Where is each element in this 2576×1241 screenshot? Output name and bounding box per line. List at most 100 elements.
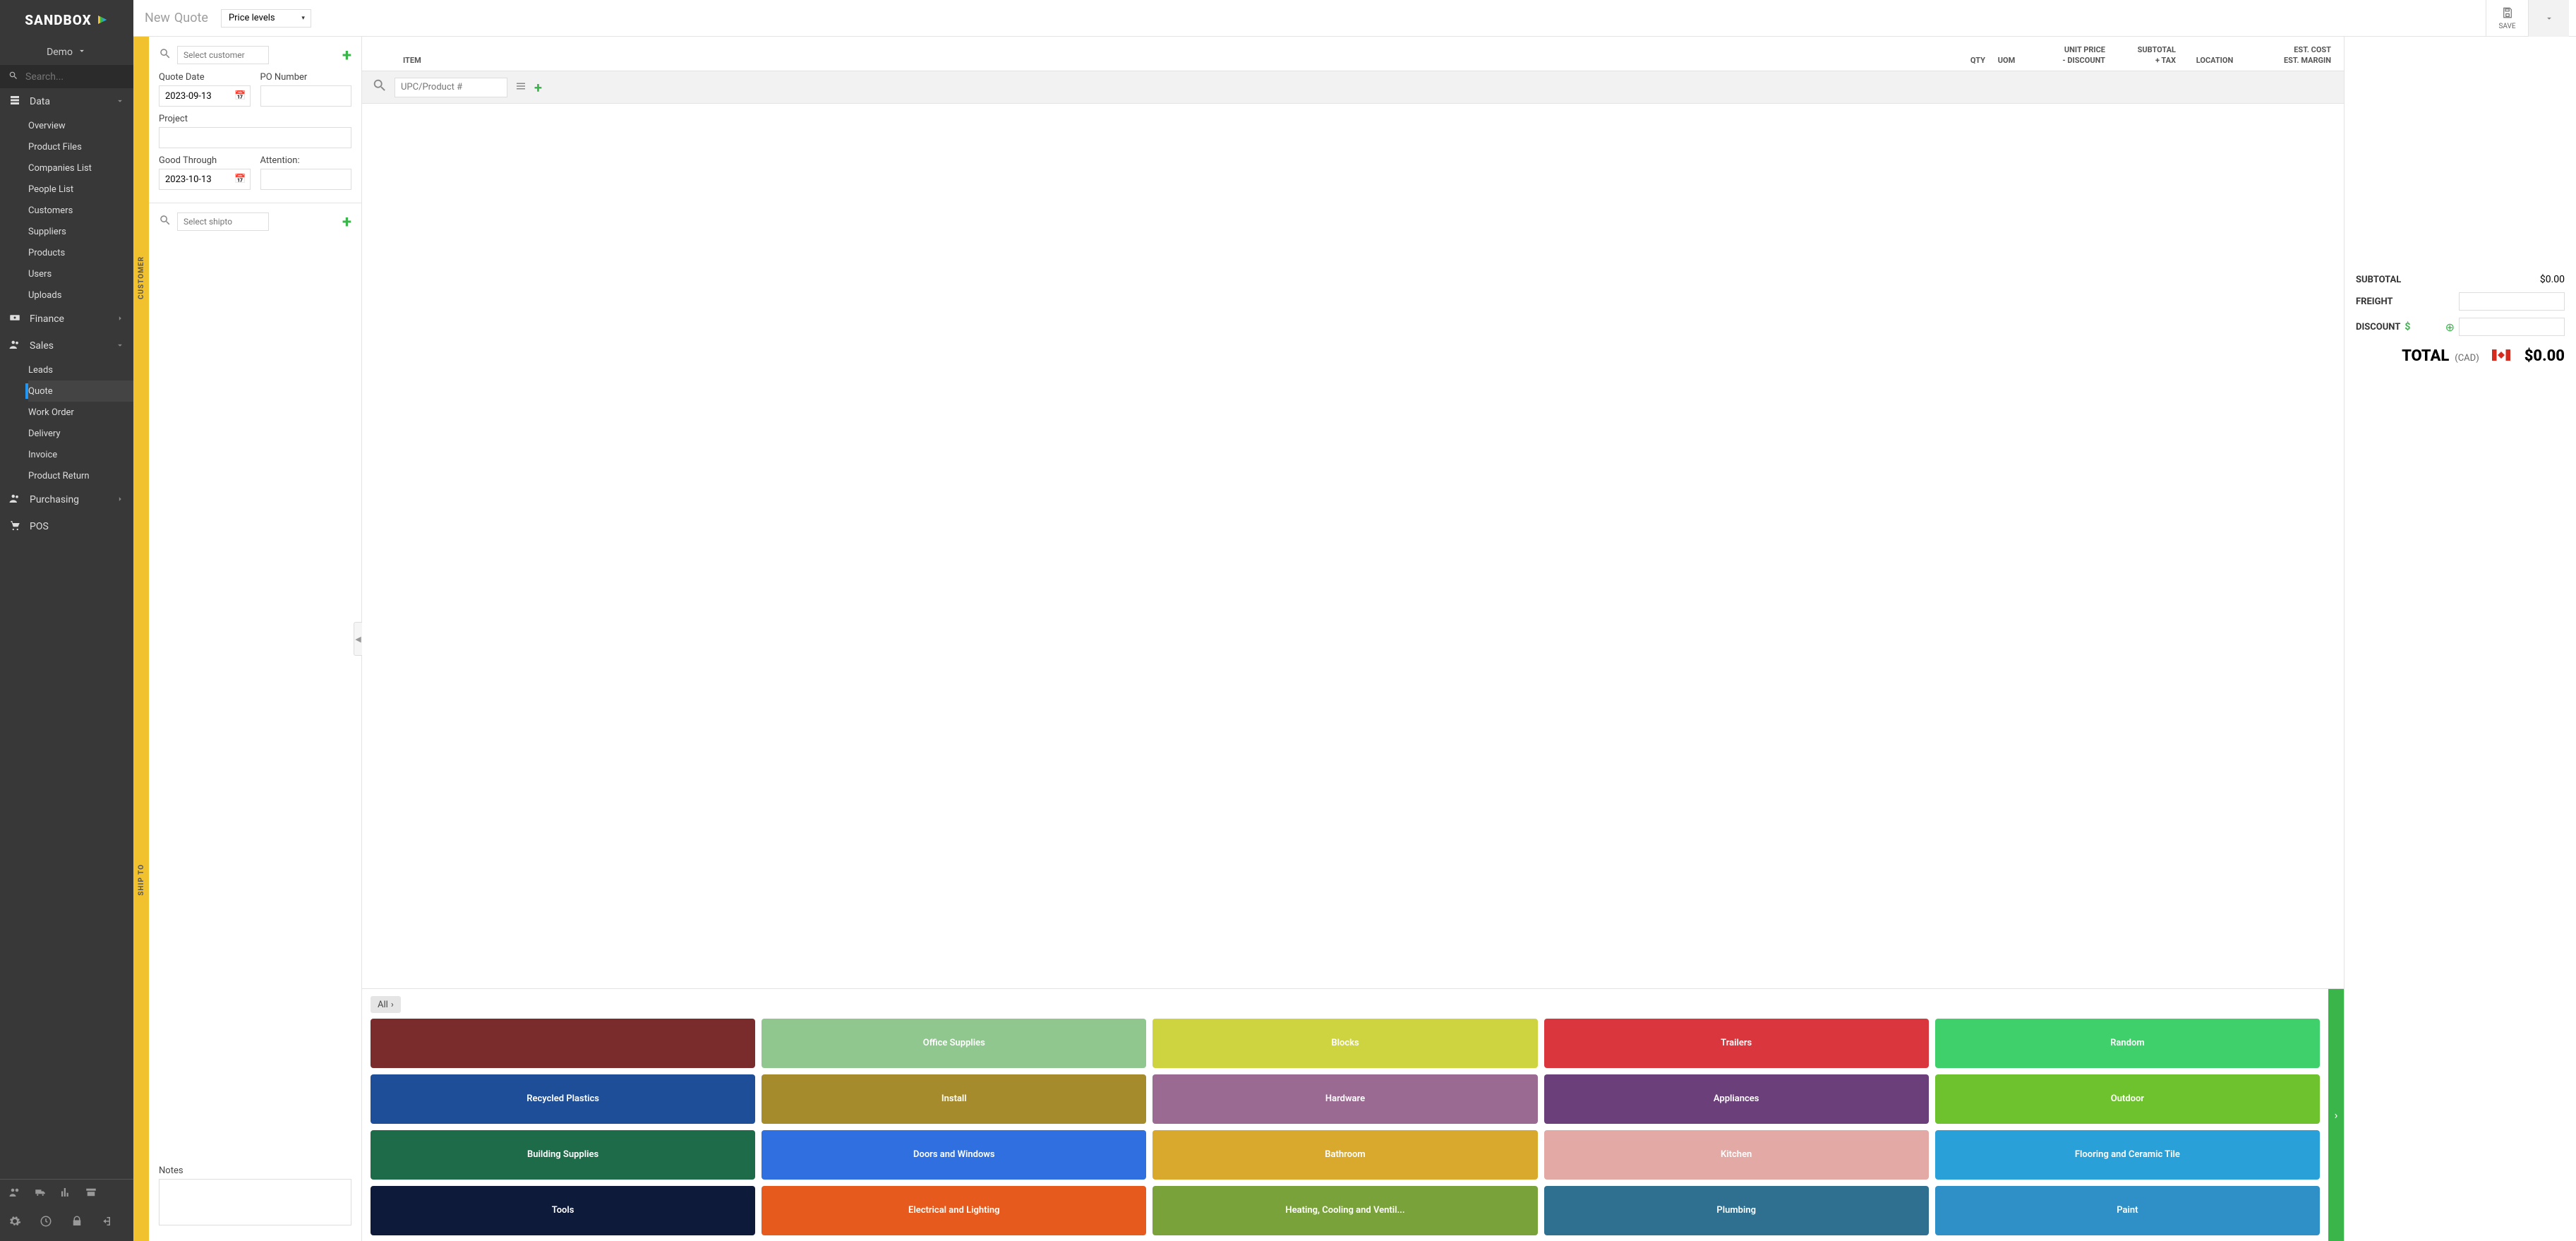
sidebar-item-product-files[interactable]: Product Files xyxy=(28,136,133,157)
footer-system xyxy=(0,1208,133,1241)
database-icon xyxy=(8,94,21,109)
project-input[interactable] xyxy=(159,127,351,148)
nav-sales[interactable]: Sales xyxy=(0,332,133,359)
sidebar-item-quote[interactable]: Quote xyxy=(28,380,133,402)
page-title-new: New xyxy=(145,11,170,25)
nav-purchasing[interactable]: Purchasing xyxy=(0,486,133,513)
add-shipto-button[interactable]: + xyxy=(342,212,351,232)
sidebar-item-product-return[interactable]: Product Return xyxy=(28,465,133,486)
main-nav: Data OverviewProduct FilesCompanies List… xyxy=(0,88,133,1179)
sidebar-item-uploads[interactable]: Uploads xyxy=(28,284,133,306)
logout-icon[interactable] xyxy=(102,1215,114,1231)
list-view-icon[interactable] xyxy=(514,79,527,96)
discount-input[interactable] xyxy=(2459,318,2565,336)
col-subtotal-1: SUBTOTAL xyxy=(2105,45,2176,54)
price-level-value: Price levels xyxy=(229,13,275,23)
items-header: ITEM QTY UOM UNIT PRICE - DISCOUNT SUBTO… xyxy=(362,37,2344,71)
category-tile-install[interactable]: Install xyxy=(762,1074,1146,1124)
customer-select-input[interactable] xyxy=(177,46,269,64)
category-tile-kitchen[interactable]: Kitchen xyxy=(1544,1130,1929,1180)
sidebar-item-work-order[interactable]: Work Order xyxy=(28,402,133,423)
lock-icon[interactable] xyxy=(71,1215,83,1231)
category-tile-random[interactable]: Random xyxy=(1935,1019,2320,1068)
subtotal-value: $0.00 xyxy=(2540,274,2565,285)
category-tile-office-supplies[interactable]: Office Supplies xyxy=(762,1019,1146,1068)
category-tile-building-supplies[interactable]: Building Supplies xyxy=(371,1130,755,1180)
col-est-cost-1: EST. COST xyxy=(2253,45,2331,54)
upc-input[interactable] xyxy=(395,78,507,97)
category-tile-paint[interactable]: Paint xyxy=(1935,1186,2320,1235)
topbar-more-button[interactable] xyxy=(2528,0,2569,37)
nav-finance[interactable]: Finance xyxy=(0,306,133,332)
nav-pos[interactable]: POS xyxy=(0,513,133,540)
sidebar-item-overview[interactable]: Overview xyxy=(28,115,133,136)
shipto-select-input[interactable] xyxy=(177,212,269,231)
add-item-button[interactable]: + xyxy=(534,79,542,96)
category-tile-appliances[interactable]: Appliances xyxy=(1544,1074,1929,1124)
sidebar-item-suppliers[interactable]: Suppliers xyxy=(28,221,133,242)
category-tile-blocks[interactable]: Blocks xyxy=(1152,1019,1537,1068)
category-tile-tools[interactable]: Tools xyxy=(371,1186,755,1235)
global-search[interactable] xyxy=(0,65,133,88)
add-discount-button[interactable]: ⊕ xyxy=(2445,320,2455,334)
sidebar-item-companies-list[interactable]: Companies List xyxy=(28,157,133,179)
col-subtotal-2: + TAX xyxy=(2105,56,2176,65)
subtotal-label: SUBTOTAL xyxy=(2356,275,2401,285)
freight-input[interactable] xyxy=(2459,292,2565,311)
dollar-icon: $ xyxy=(2405,321,2410,332)
category-tile-outdoor[interactable]: Outdoor xyxy=(1935,1074,2320,1124)
sidebar-item-invoice[interactable]: Invoice xyxy=(28,444,133,465)
category-tile-hardware[interactable]: Hardware xyxy=(1152,1074,1537,1124)
sidebar-item-delivery[interactable]: Delivery xyxy=(28,423,133,444)
total-currency: (CAD) xyxy=(2455,353,2479,364)
users-icon xyxy=(8,338,21,354)
sidebar-item-products[interactable]: Products xyxy=(28,242,133,263)
sidebar-item-customers[interactable]: Customers xyxy=(28,200,133,221)
calendar-icon[interactable]: 📅 xyxy=(234,91,246,102)
chart-icon[interactable] xyxy=(59,1185,72,1202)
category-tile-bathroom[interactable]: Bathroom xyxy=(1152,1130,1537,1180)
save-icon xyxy=(2501,6,2514,21)
truck-icon[interactable] xyxy=(34,1185,47,1202)
price-level-select[interactable]: Price levels ▾ xyxy=(221,9,311,28)
category-tile-heating-cooling-and-ventil-[interactable]: Heating, Cooling and Ventil... xyxy=(1152,1186,1537,1235)
sidebar-item-people-list[interactable]: People List xyxy=(28,179,133,200)
category-tile-electrical-and-lighting[interactable]: Electrical and Lighting xyxy=(762,1186,1146,1235)
sidebar-item-leads[interactable]: Leads xyxy=(28,359,133,380)
category-tile-blank[interactable] xyxy=(371,1019,755,1068)
collapse-customer-pane[interactable]: ◀ xyxy=(354,622,362,656)
freight-label: FREIGHT xyxy=(2356,296,2393,307)
workspace-selector[interactable]: Demo xyxy=(0,40,133,65)
attention-input[interactable] xyxy=(260,169,352,190)
category-tile-recycled-plastics[interactable]: Recycled Plastics xyxy=(371,1074,755,1124)
nav-data[interactable]: Data xyxy=(0,88,133,115)
global-search-input[interactable] xyxy=(25,71,125,83)
category-tile-doors-and-windows[interactable]: Doors and Windows xyxy=(762,1130,1146,1180)
chevron-down-icon xyxy=(2544,13,2554,23)
brand-logo: SANDBOX xyxy=(0,0,133,40)
col-unit-price-2: - DISCOUNT xyxy=(2028,56,2105,65)
search-icon xyxy=(159,214,171,230)
archive-icon[interactable] xyxy=(85,1185,97,1202)
save-button[interactable]: SAVE xyxy=(2486,0,2528,37)
col-unit-price: UNIT PRICE - DISCOUNT xyxy=(2028,45,2105,65)
category-tile-plumbing[interactable]: Plumbing xyxy=(1544,1186,1929,1235)
category-crumb-label: All xyxy=(378,1000,388,1010)
canada-flag-icon xyxy=(2492,349,2510,361)
users-icon[interactable] xyxy=(8,1185,21,1202)
search-icon xyxy=(159,47,171,64)
sidebar-item-users[interactable]: Users xyxy=(28,263,133,284)
clock-icon[interactable] xyxy=(40,1215,52,1231)
notes-input[interactable] xyxy=(159,1179,351,1225)
gear-icon[interactable] xyxy=(8,1215,21,1231)
category-tile-flooring-and-ceramic-tile[interactable]: Flooring and Ceramic Tile xyxy=(1935,1130,2320,1180)
brand-text: SANDBOX xyxy=(25,12,92,28)
caret-down-icon: ▾ xyxy=(301,15,305,22)
calendar-icon[interactable]: 📅 xyxy=(234,174,246,185)
money-icon xyxy=(8,311,21,327)
category-crumb-all[interactable]: All › xyxy=(371,996,401,1013)
category-next-button[interactable]: › xyxy=(2328,989,2344,1241)
add-customer-button[interactable]: + xyxy=(342,45,351,65)
po-number-input[interactable] xyxy=(260,85,352,107)
category-tile-trailers[interactable]: Trailers xyxy=(1544,1019,1929,1068)
